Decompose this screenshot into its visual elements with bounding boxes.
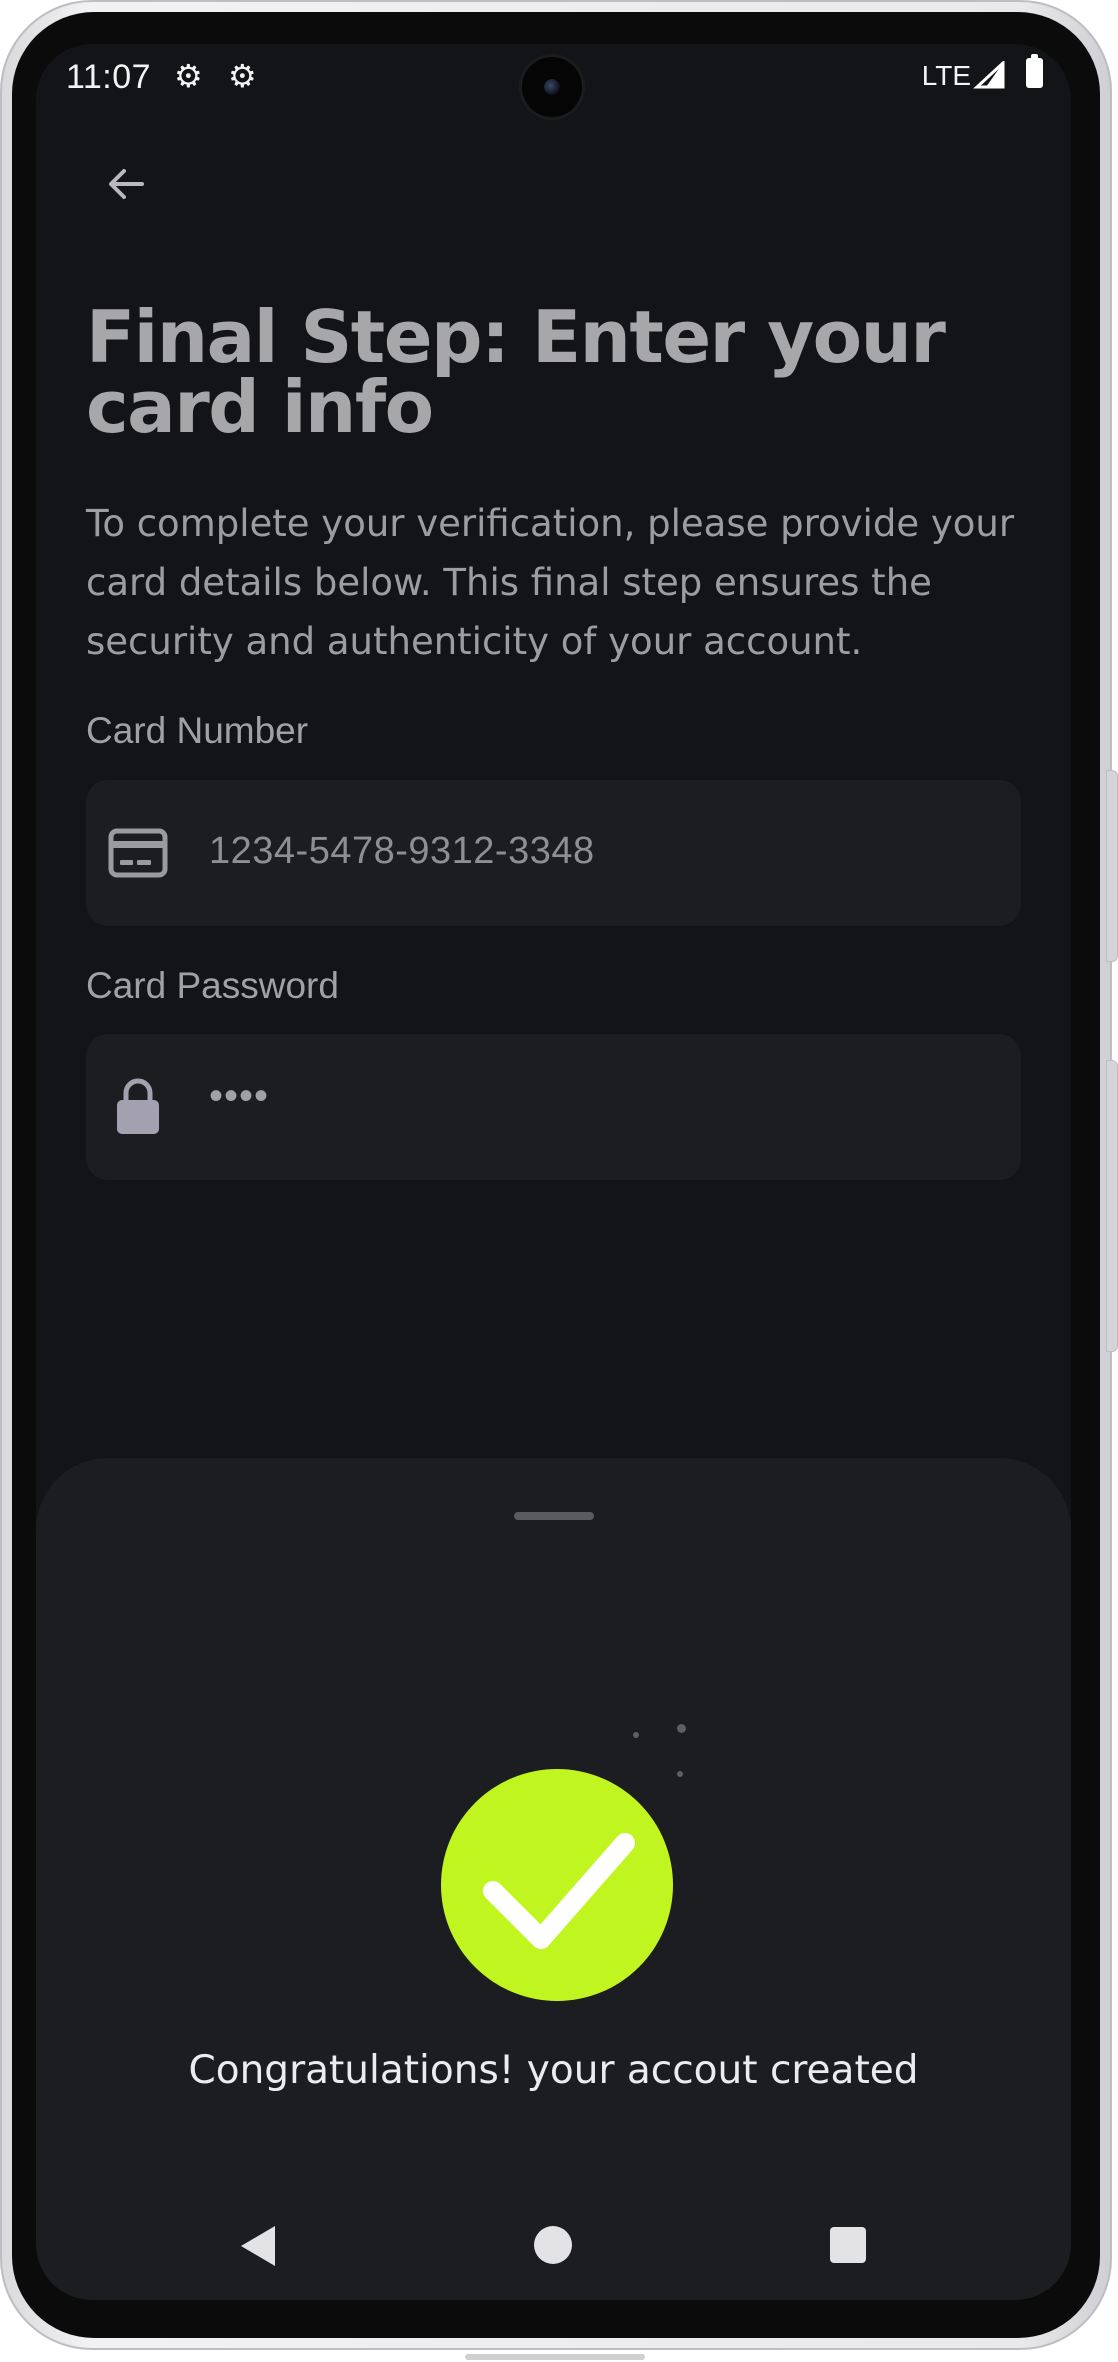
device-bottom-edge (465, 2354, 645, 2360)
nav-back-icon[interactable] (241, 2226, 275, 2266)
card-number-value: 1234-5478-9312-3348 (209, 830, 595, 872)
success-badge (441, 1769, 673, 2001)
front-camera (522, 57, 582, 117)
system-navigation-bar (36, 2200, 1071, 2300)
page-title: Final Step: Enter your card info (86, 295, 946, 449)
sparkle-dot (633, 1732, 639, 1738)
lock-icon (117, 1078, 159, 1134)
sparkle-dot (677, 1724, 686, 1733)
settings-gear-icon: ⚙ (174, 57, 203, 95)
page-description: To complete your verification, please pr… (86, 502, 1015, 663)
card-number-field[interactable]: 1234-5478-9312-3348 (86, 780, 1021, 926)
phone-frame: 11:07 ⚙ ⚙ LTE Final Step: Enter your car… (0, 0, 1118, 2350)
volume-button (1106, 770, 1118, 962)
back-arrow-icon[interactable] (102, 159, 152, 209)
status-bar: 11:07 ⚙ ⚙ LTE (36, 44, 1071, 117)
status-time: 11:07 (66, 58, 152, 96)
card-password-label: Card Password (86, 965, 339, 1006)
nav-home-icon[interactable] (534, 2226, 572, 2264)
network-type: LTE (921, 60, 971, 91)
battery-icon (1026, 54, 1043, 88)
checkmark-icon (483, 1833, 635, 1949)
settings-gear-icon: ⚙ (228, 57, 257, 95)
card-password-value: •••• (209, 1074, 270, 1118)
sparkle-dot (677, 1771, 683, 1777)
success-message: Congratulations! your accout created (188, 2048, 919, 2093)
power-button (1106, 1060, 1118, 1352)
signal-icon (973, 61, 1005, 89)
success-bottom-sheet: Congratulations! your accout created (36, 1458, 1071, 2300)
credit-card-icon (108, 828, 168, 878)
card-number-label: Card Number (86, 710, 309, 751)
screen: 11:07 ⚙ ⚙ LTE Final Step: Enter your car… (36, 44, 1071, 2300)
card-password-field[interactable]: •••• (86, 1034, 1021, 1180)
nav-recents-icon[interactable] (830, 2227, 866, 2263)
sheet-drag-handle[interactable] (514, 1512, 594, 1520)
